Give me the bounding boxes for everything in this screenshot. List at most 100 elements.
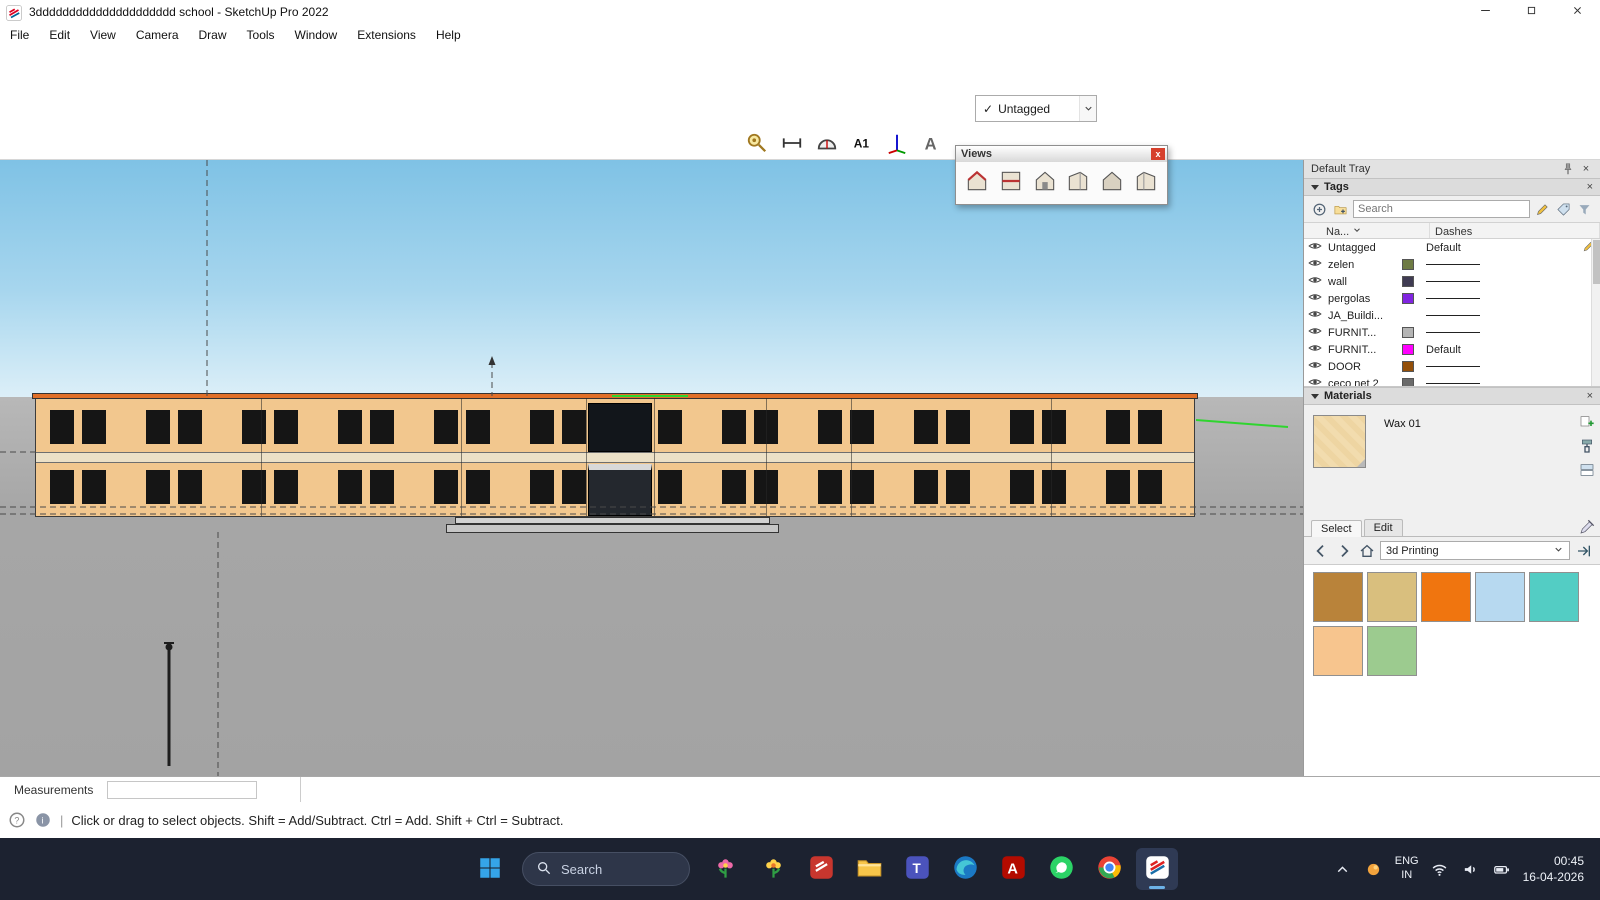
axes-tool[interactable] [882, 128, 912, 160]
swatch-green[interactable] [1367, 626, 1417, 676]
column-dashes[interactable]: Dashes [1430, 223, 1600, 238]
tag-row[interactable]: ceco net 2 [1304, 375, 1600, 387]
tag-dashes[interactable] [1422, 327, 1582, 339]
forward-arrow-icon[interactable] [1334, 541, 1353, 560]
visibility-eye-icon[interactable] [1308, 375, 1328, 387]
taskbar-app-flower-pink[interactable] [704, 848, 746, 890]
menu-view[interactable]: View [86, 26, 126, 44]
3d-text-tool[interactable]: A [917, 128, 947, 160]
tray-close-icon[interactable]: × [1579, 162, 1593, 176]
column-name[interactable]: Na... [1326, 223, 1430, 238]
visibility-eye-icon[interactable] [1308, 324, 1328, 341]
visibility-eye-icon[interactable] [1308, 290, 1328, 307]
collection-dropdown[interactable]: 3d Printing [1380, 541, 1570, 560]
tag-row[interactable]: FURNIT...Default [1304, 341, 1600, 358]
tag-row[interactable]: DOOR [1304, 358, 1600, 375]
material-preview-thumbnail[interactable] [1313, 415, 1366, 468]
add-tag-folder-icon[interactable] [1332, 201, 1349, 218]
tag-color-swatch[interactable] [1402, 344, 1414, 355]
visibility-eye-icon[interactable] [1308, 256, 1328, 273]
protractor-tool[interactable] [812, 128, 842, 160]
dimension-tool[interactable] [777, 128, 807, 160]
menu-help[interactable]: Help [432, 26, 471, 44]
tab-edit[interactable]: Edit [1364, 519, 1403, 536]
tape-measure-tool[interactable] [742, 128, 772, 160]
battery-icon[interactable] [1492, 859, 1512, 879]
menu-edit[interactable]: Edit [45, 26, 80, 44]
tag-row[interactable]: zelen [1304, 256, 1600, 273]
tag-dashes[interactable] [1422, 293, 1582, 305]
tag-dashes[interactable] [1422, 310, 1582, 322]
taskbar-app-teams[interactable]: T [896, 848, 938, 890]
tags-close-icon[interactable]: × [1587, 181, 1593, 193]
edit-pencil-icon[interactable] [1534, 201, 1551, 218]
swatch-lightblue[interactable] [1475, 572, 1525, 622]
taskbar-app-acrobat[interactable]: A [992, 848, 1034, 890]
front-view-button[interactable] [1029, 166, 1061, 199]
tag-color-swatch[interactable] [1402, 327, 1414, 338]
tag-dashes[interactable]: Default [1422, 344, 1582, 356]
visibility-eye-icon[interactable] [1308, 341, 1328, 358]
tag-row[interactable]: JA_Buildi... [1304, 307, 1600, 324]
tag-color-swatch[interactable] [1402, 310, 1414, 321]
iso-view-button[interactable] [961, 166, 993, 199]
language-indicator[interactable]: ENG IN [1395, 855, 1419, 883]
taskbar-app-whatsapp[interactable] [1040, 848, 1082, 890]
swatch-peach[interactable] [1313, 626, 1363, 676]
help-icon[interactable]: ? [8, 811, 26, 829]
tag-color-swatch[interactable] [1402, 259, 1414, 270]
tag-dashes[interactable] [1422, 259, 1582, 271]
swatch-sand[interactable] [1367, 572, 1417, 622]
tag-filter-icon[interactable] [1576, 201, 1593, 218]
measurements-value-box[interactable] [107, 781, 257, 799]
swatch-turquoise[interactable] [1529, 572, 1579, 622]
tag-dashes[interactable] [1422, 361, 1582, 373]
taskbar-app-chrome[interactable] [1088, 848, 1130, 890]
tags-search-input[interactable] [1358, 203, 1525, 215]
tag-row[interactable]: wall [1304, 273, 1600, 290]
visibility-eye-icon[interactable] [1308, 239, 1328, 256]
menu-file[interactable]: File [6, 26, 39, 44]
tag-color-swatch[interactable] [1402, 361, 1414, 372]
model-viewport[interactable] [0, 160, 1303, 776]
tags-scrollbar-thumb[interactable] [1593, 240, 1600, 284]
tags-scrollbar[interactable] [1591, 239, 1600, 386]
tag-label-icon[interactable] [1555, 201, 1572, 218]
tag-row[interactable]: UntaggedDefault [1304, 239, 1600, 256]
tags-section-header[interactable]: Tags × [1304, 178, 1600, 196]
default-paint-icon[interactable] [1578, 437, 1595, 454]
right-view-button[interactable] [1062, 166, 1094, 199]
taskbar-app-app-red[interactable] [800, 848, 842, 890]
visibility-eye-icon[interactable] [1308, 273, 1328, 290]
create-material-icon[interactable] [1578, 413, 1595, 430]
taskbar-search[interactable]: Search [522, 852, 690, 886]
pin-icon[interactable] [1561, 162, 1575, 176]
in-model-home-icon[interactable] [1357, 541, 1376, 560]
swatch-orange[interactable] [1421, 572, 1471, 622]
tag-row[interactable]: FURNIT... [1304, 324, 1600, 341]
menu-window[interactable]: Window [291, 26, 348, 44]
taskbar-clock[interactable]: 00:45 16-04-2026 [1523, 853, 1584, 885]
secondary-pane-icon[interactable] [1578, 461, 1595, 478]
info-icon[interactable]: i [34, 811, 52, 829]
tag-color-swatch[interactable] [1402, 293, 1414, 304]
back-arrow-icon[interactable] [1311, 541, 1330, 560]
views-palette-titlebar[interactable]: Views x [956, 146, 1167, 162]
weather-icon[interactable] [1364, 859, 1384, 879]
volume-icon[interactable] [1461, 859, 1481, 879]
tag-color-swatch[interactable] [1402, 378, 1414, 387]
chevron-down-icon[interactable] [1079, 96, 1096, 121]
left-view-button[interactable] [1130, 166, 1162, 199]
materials-close-icon[interactable]: × [1587, 390, 1593, 402]
tag-color-swatch[interactable] [1402, 276, 1414, 287]
menu-extensions[interactable]: Extensions [353, 26, 426, 44]
tag-dashes[interactable] [1422, 378, 1582, 388]
materials-section-header[interactable]: Materials × [1304, 387, 1600, 405]
sample-paint-icon[interactable] [1578, 518, 1595, 535]
taskbar-app-explorer[interactable] [848, 848, 890, 890]
swatch-bronze[interactable] [1313, 572, 1363, 622]
tag-row[interactable]: pergolas [1304, 290, 1600, 307]
tag-dashes[interactable]: Default [1422, 242, 1582, 254]
details-arrow-icon[interactable] [1574, 541, 1593, 560]
taskbar-app-sketchup[interactable] [1136, 848, 1178, 890]
